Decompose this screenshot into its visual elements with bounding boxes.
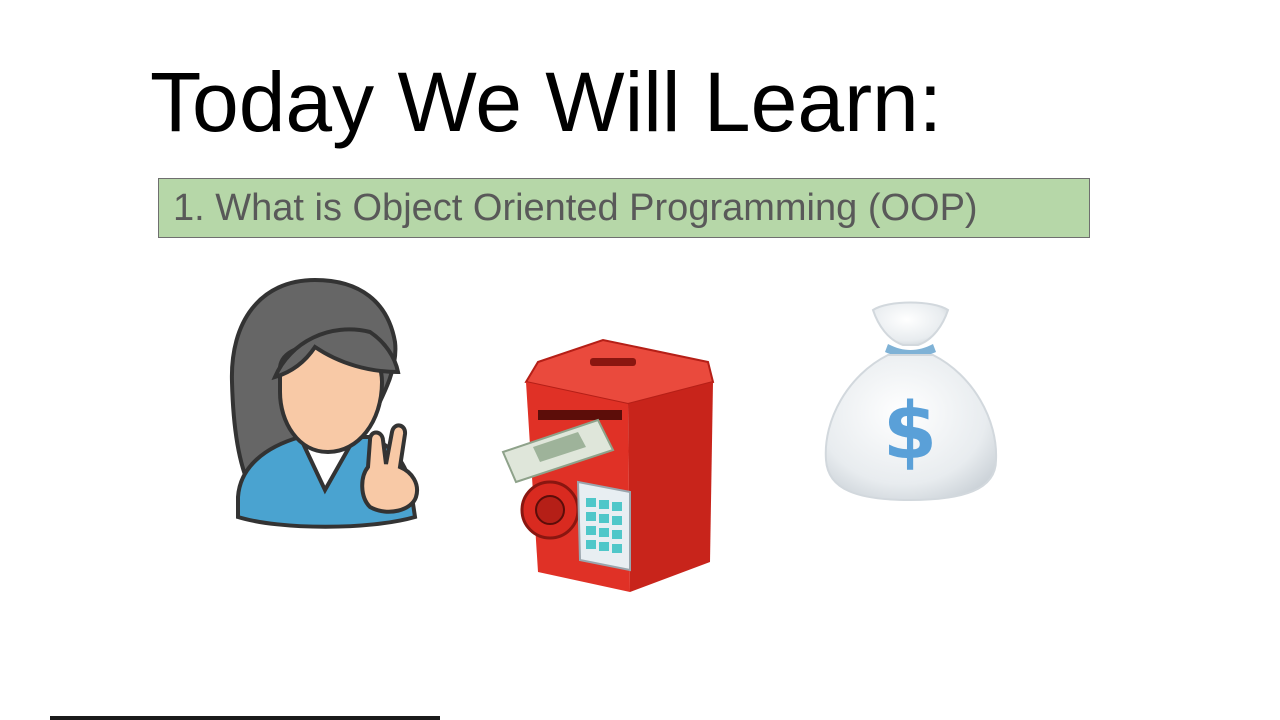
learning-point-1: 1. What is Object Oriented Programming (… [158, 178, 1090, 238]
slide: Today We Will Learn: 1. What is Object O… [0, 0, 1280, 720]
piggy-bank-safe-icon [501, 338, 715, 592]
progress-line [50, 716, 440, 720]
money-bag-icon: $ [824, 301, 998, 502]
slide-title: Today We Will Learn: [150, 55, 943, 149]
svg-text:$: $ [883, 387, 937, 477]
person-peace-sign-icon [229, 277, 419, 529]
